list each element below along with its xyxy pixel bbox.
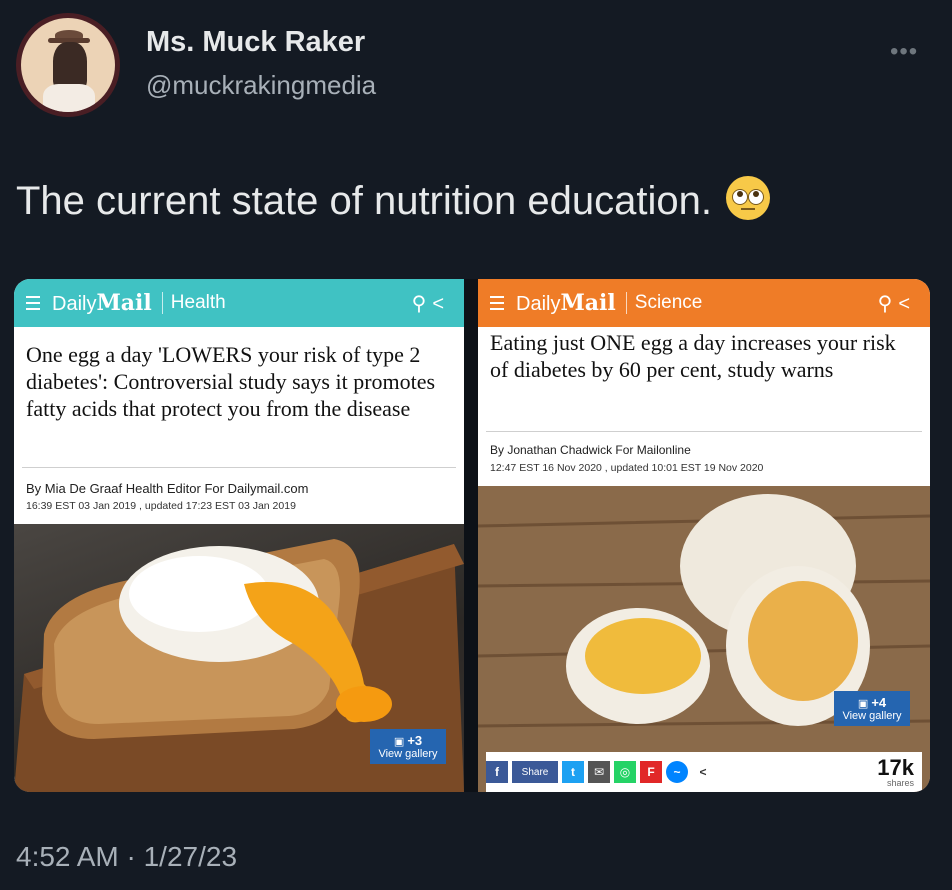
section-label: Science [634,292,703,313]
share-bar: f Share t ✉ ◎ F ~ < 17k shares [486,752,922,792]
article-screenshot-health[interactable]: DailyMail Health ⚲< One egg a day 'LOWER… [14,279,464,792]
article-dateline: 12:47 EST 16 Nov 2020 , updated 10:01 ES… [490,462,764,474]
twitter-icon[interactable]: t [562,761,584,783]
whatsapp-icon[interactable]: ◎ [614,761,636,783]
more-horizontal-icon[interactable]: ••• [890,38,918,66]
tweet-text: The current state of nutrition education… [16,176,770,224]
article-headline: Eating just ONE egg a day increases your… [490,330,896,382]
hamburger-menu-icon [26,296,40,310]
facebook-icon[interactable]: f [486,761,508,783]
dailymail-header-bar: DailyMail Science ⚲< [478,279,930,327]
flipboard-icon[interactable]: F [640,761,662,783]
more-share-icon[interactable]: < [692,761,714,783]
hamburger-menu-icon [490,296,504,310]
tweet-media[interactable]: DailyMail Health ⚲< One egg a day 'LOWER… [14,279,930,792]
share-button[interactable]: Share [512,761,558,783]
email-icon[interactable]: ✉ [588,761,610,783]
share-count: 17k shares [877,754,914,788]
tweet-text-content: The current state of nutrition education… [16,179,712,223]
search-share-icons: ⚲< [877,292,916,315]
messenger-icon[interactable]: ~ [666,761,688,783]
article-byline: By Jonathan Chadwick For Mailonline [490,443,691,457]
profile-avatar[interactable] [16,13,120,117]
tweet-timestamp[interactable]: 4:52 AM · 1/27/23 [16,841,237,873]
share-icon: < [432,292,450,315]
article-dateline: 16:39 EST 03 Jan 2019 , updated 17:23 ES… [26,500,296,512]
article-screenshot-science[interactable]: DailyMail Science ⚲< Eating just ONE egg… [478,279,930,792]
user-handle[interactable]: @muckrakingmedia [146,70,376,101]
view-gallery-button[interactable]: ▣ +4 View gallery [834,691,910,726]
article-byline: By Mia De Graaf Health Editor For Dailym… [26,481,309,496]
boiled-eggs-photo: ▣ +4 View gallery [478,486,930,792]
display-name[interactable]: Ms. Muck Raker [146,26,365,59]
view-gallery-button[interactable]: ▣ +3 View gallery [370,729,446,764]
share-icon: < [898,292,916,315]
camera-icon: ▣ [857,698,869,710]
avatar-illustration [21,18,115,112]
poached-egg-toast-photo: ▣ +3 View gallery [14,524,464,792]
search-share-icons: ⚲< [411,292,450,315]
section-label: Health [170,292,226,313]
camera-icon: ▣ [393,736,405,748]
dailymail-logo: DailyMail [52,290,152,316]
dailymail-header-bar: DailyMail Health ⚲< [14,279,464,327]
article-headline: One egg a day 'LOWERS your risk of type … [26,342,436,421]
dailymail-logo: DailyMail [516,290,616,316]
rolling-eyes-emoji-icon [725,176,770,220]
